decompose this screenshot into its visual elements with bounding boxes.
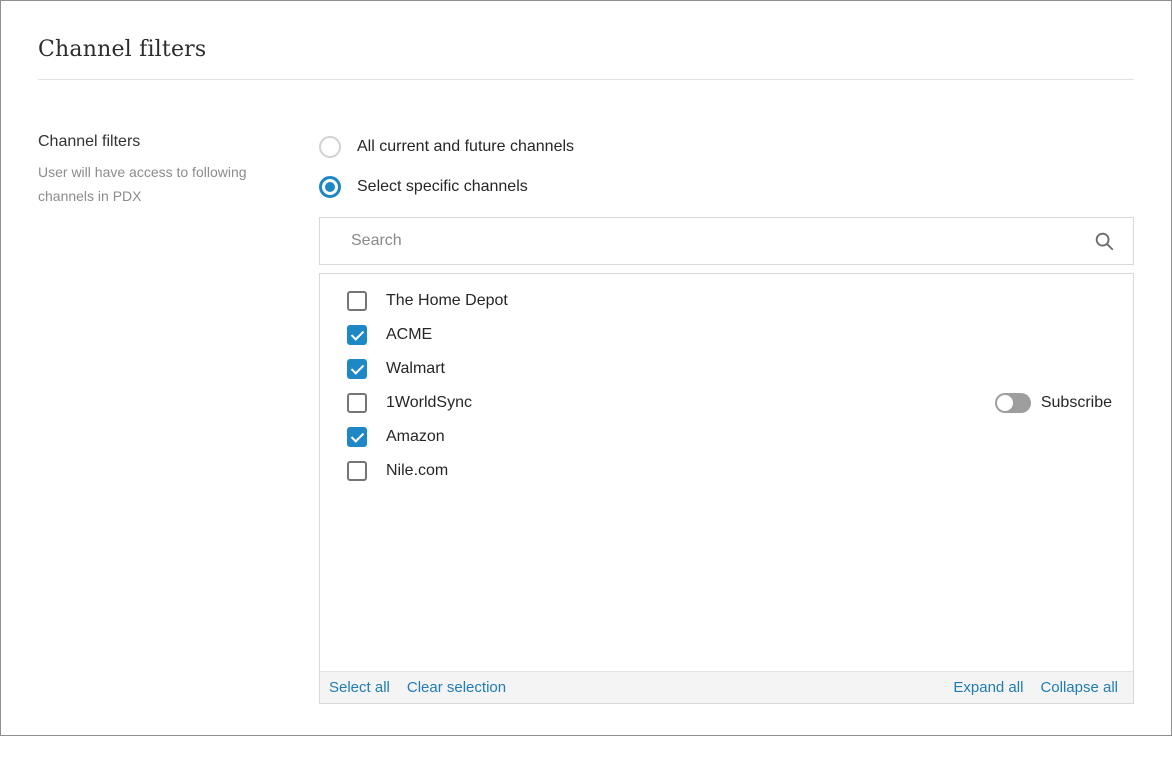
search-box xyxy=(319,217,1134,265)
radio-label: Select specific channels xyxy=(357,178,528,196)
channel-label: 1WorldSync xyxy=(386,394,472,412)
channel-label: Nile.com xyxy=(386,462,448,480)
footer-right-links: Expand all Collapse all xyxy=(953,679,1118,696)
collapse-all-link[interactable]: Collapse all xyxy=(1040,679,1118,696)
channel-row-walmart[interactable]: Walmart xyxy=(347,352,1133,386)
channel-list: The Home Depot ACME Walmart 1WorldSync S… xyxy=(320,274,1133,488)
channel-label: Walmart xyxy=(386,360,445,378)
search-icon[interactable] xyxy=(1093,230,1115,252)
page-title: Channel filters xyxy=(38,37,1134,62)
channel-list-panel: The Home Depot ACME Walmart 1WorldSync S… xyxy=(319,273,1134,704)
channel-checkbox[interactable] xyxy=(347,427,367,447)
panel-footer: Select all Clear selection Expand all Co… xyxy=(320,671,1133,703)
footer-left-links: Select all Clear selection xyxy=(329,679,506,696)
channel-label: ACME xyxy=(386,326,432,344)
subscribe-toggle[interactable] xyxy=(995,393,1031,413)
field-label: Channel filters xyxy=(38,133,319,151)
subscribe-toggle-group: Subscribe xyxy=(995,393,1112,413)
radio-option-select-specific-channels[interactable]: Select specific channels xyxy=(319,173,1134,201)
radio-option-all-current-and-future-channels[interactable]: All current and future channels xyxy=(319,133,1134,161)
field-description: User will have access to following chann… xyxy=(38,160,253,208)
clear-selection-link[interactable]: Clear selection xyxy=(407,679,506,696)
channel-row-the-home-depot[interactable]: The Home Depot xyxy=(347,284,1133,318)
field-control-column: All current and future channels Select s… xyxy=(319,133,1134,704)
channel-checkbox[interactable] xyxy=(347,291,367,311)
channel-row-amazon[interactable]: Amazon xyxy=(347,420,1133,454)
radio-group: All current and future channels Select s… xyxy=(319,133,1134,201)
channel-row-acme[interactable]: ACME xyxy=(347,318,1133,352)
channel-checkbox[interactable] xyxy=(347,393,367,413)
channel-checkbox[interactable] xyxy=(347,325,367,345)
subscribe-toggle-label: Subscribe xyxy=(1041,394,1112,412)
channel-checkbox[interactable] xyxy=(347,359,367,379)
field-label-column: Channel filters User will have access to… xyxy=(38,133,319,704)
search-input[interactable] xyxy=(351,232,1093,250)
channel-label: Amazon xyxy=(386,428,445,446)
channel-label: The Home Depot xyxy=(386,292,508,310)
radio-button[interactable] xyxy=(319,176,341,198)
content-area: Channel filters User will have access to… xyxy=(38,133,1134,704)
channel-row-nile-com[interactable]: Nile.com xyxy=(347,454,1133,488)
header-divider xyxy=(38,79,1134,80)
select-all-link[interactable]: Select all xyxy=(329,679,390,696)
channel-filters-page: Channel filters Channel filters User wil… xyxy=(1,37,1171,771)
channel-row-1worldsync[interactable]: 1WorldSync Subscribe xyxy=(347,386,1133,420)
radio-button[interactable] xyxy=(319,136,341,158)
radio-label: All current and future channels xyxy=(357,138,574,156)
expand-all-link[interactable]: Expand all xyxy=(953,679,1023,696)
channel-checkbox[interactable] xyxy=(347,461,367,481)
